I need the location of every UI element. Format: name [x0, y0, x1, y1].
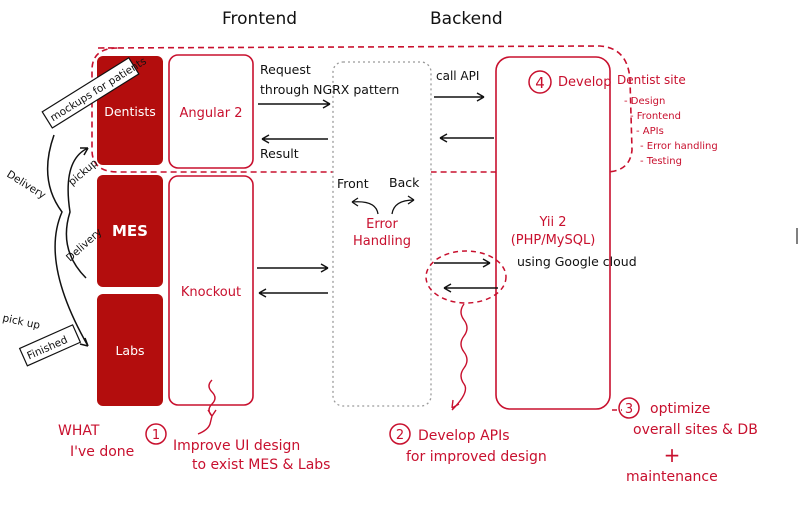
finished-note: Finished [18, 324, 82, 367]
api-squiggle-arrow [451, 303, 468, 411]
dentist-site-item-2: - Frontend [630, 111, 681, 122]
dentists-label: Dentists [104, 104, 156, 119]
request-arrow [258, 99, 331, 109]
knockout-response-arrow [258, 288, 328, 298]
front-label: Front [337, 176, 369, 191]
google-cloud-note: using Google cloud [517, 254, 637, 269]
step3-line1: optimize [650, 401, 710, 417]
dentist-site-item-5: - Testing [640, 156, 682, 167]
knockout-request-arrow [257, 263, 329, 273]
step3-line2: overall sites & DB [633, 422, 758, 438]
step2-line1: Develop APIs [418, 428, 510, 444]
dentist-site-item-1: - Design [624, 96, 665, 107]
angular-label: Angular 2 [180, 106, 243, 121]
error-label-line1: Error [366, 217, 398, 232]
step1-line2: to exist MES & Labs [192, 457, 330, 473]
what-label-line1: WHAT [58, 423, 100, 439]
pickup-top-label: pickup [66, 157, 100, 189]
step1-number: 1 [152, 428, 160, 443]
request-label-line1: Request [260, 62, 311, 77]
yii-label-line1: Yii 2 [538, 215, 566, 230]
labs-label: Labs [115, 343, 144, 358]
frontend-header: Frontend [222, 9, 297, 29]
api-response-arrow-mid [443, 283, 498, 293]
result-label: Result [260, 146, 299, 161]
call-api-label: call API [436, 69, 479, 83]
backend-header: Backend [430, 9, 503, 29]
result-arrow [261, 134, 328, 144]
mes-label: MES [112, 222, 148, 240]
step3-line3: maintenance [626, 469, 718, 485]
step2-line2: for improved design [406, 449, 547, 465]
pick-up-label: pick up [1, 312, 41, 332]
step1-line1: Improve UI design [173, 438, 300, 454]
request-label-line2: through NGRX pattern [260, 82, 399, 97]
dentist-site-title: Dentist site [617, 73, 686, 87]
what-label-line2: I've done [70, 444, 134, 460]
dentist-site-item-4: - Error handling [640, 141, 718, 152]
delivery-top-label: Delivery [4, 168, 47, 201]
error-label-line2: Handling [353, 234, 411, 249]
dentist-site-item-3: - APIs [636, 126, 664, 137]
api-response-arrow [439, 133, 494, 143]
back-label: Back [389, 175, 420, 190]
step3-number: 3 [625, 402, 633, 417]
call-api-arrow [434, 92, 485, 102]
yii-label-line2: (PHP/MySQL) [511, 233, 596, 248]
step3-plus: + [664, 443, 681, 467]
step4-title: Develop [558, 75, 612, 90]
step4-number: 4 [535, 74, 545, 92]
architecture-diagram: Frontend Backend Dentists MES Labs Angul… [1, 9, 798, 485]
step2-number: 2 [396, 428, 404, 443]
knockout-label: Knockout [181, 285, 241, 300]
api-request-arrow-mid [434, 258, 491, 268]
api-highlight-circle [425, 250, 507, 304]
